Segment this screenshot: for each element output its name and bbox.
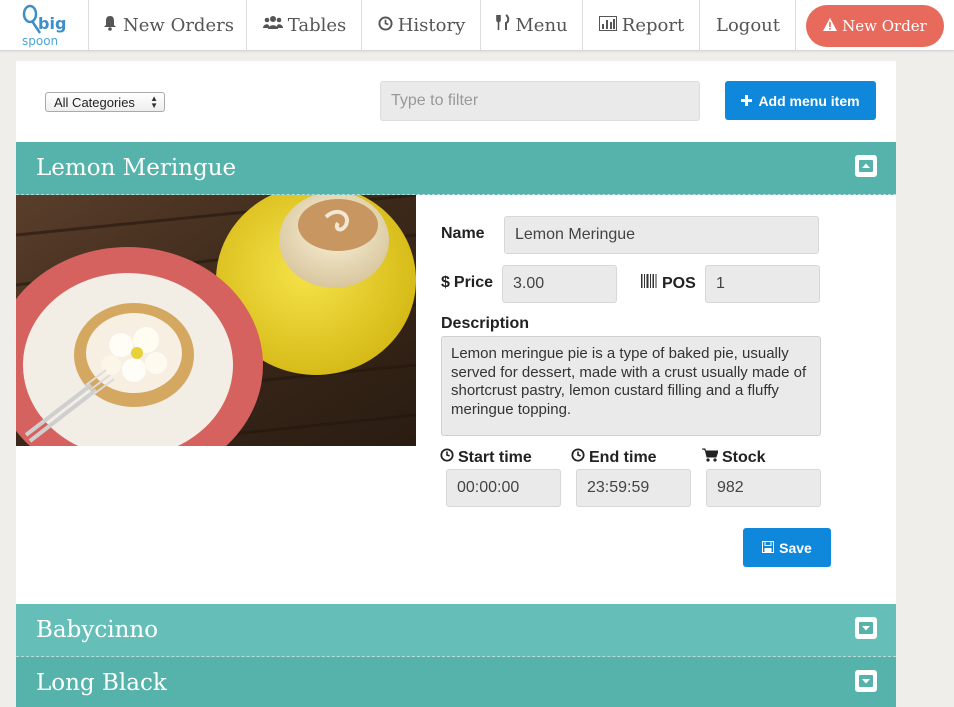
nav-history-label: History [397, 14, 466, 36]
new-order-label: New Order [842, 17, 927, 35]
save-button[interactable]: Save [743, 528, 831, 567]
stock-field[interactable]: 982 [706, 469, 821, 507]
description-label: Description [441, 315, 530, 332]
menu-item-title: Lemon Meringue [36, 155, 237, 181]
menu-item-detail: Name Lemon Meringue $ Price 3.00 POS 1 D… [16, 195, 896, 603]
nav-logout-label: Logout [716, 14, 780, 36]
nav-new-orders[interactable]: New Orders [90, 0, 247, 50]
select-arrows-icon: ▲ ▼ [150, 94, 158, 110]
nav-logout[interactable]: Logout [701, 0, 796, 50]
warning-icon [823, 17, 838, 35]
price-label-group: $ Price [441, 274, 493, 292]
nav-menu-label: Menu [515, 14, 568, 36]
end-time-value: 23:59:59 [587, 479, 650, 496]
start-time-value: 00:00:00 [457, 479, 520, 496]
name-field[interactable]: Lemon Meringue [504, 216, 819, 254]
logo-word-big: big [38, 14, 66, 33]
menu-item-photo [16, 195, 416, 446]
clock-icon [378, 15, 393, 36]
nav-report-label: Report [621, 14, 685, 36]
start-time-field[interactable]: 00:00:00 [446, 469, 561, 507]
end-time-label-group: End time [571, 448, 657, 467]
description-textarea[interactable]: Lemon meringue pie is a type of baked pi… [441, 336, 821, 436]
menu-toolbar: All Categories ▲ ▼ Type to filter Add men… [16, 61, 896, 142]
nav-tables-label: Tables [287, 14, 347, 36]
add-menu-item-button[interactable]: Add menu item [725, 81, 876, 120]
nav-report[interactable]: Report [584, 0, 700, 50]
category-select-value: All Categories [54, 94, 135, 110]
cutlery-icon [496, 14, 510, 36]
nav-new-orders-label: New Orders [123, 14, 234, 36]
barcode-icon [641, 274, 658, 293]
expand-icon[interactable] [855, 617, 877, 639]
price-label: Price [453, 274, 494, 291]
start-time-label: Start time [458, 448, 532, 466]
pos-field[interactable]: 1 [705, 265, 820, 303]
menu-item-title: Long Black [36, 670, 167, 696]
name-label: Name [441, 225, 485, 242]
new-order-button[interactable]: New Order [806, 5, 944, 47]
pos-label-group: POS [641, 274, 696, 293]
logo-word-spoon: spoon [22, 34, 58, 48]
name-field-value: Lemon Meringue [515, 226, 636, 243]
dollar-icon: $ [441, 274, 450, 291]
nav-menu[interactable]: Menu [482, 0, 583, 50]
stock-label: Stock [722, 448, 766, 466]
expand-icon[interactable] [855, 670, 877, 692]
bigspoon-logo[interactable]: big spoon [0, 0, 89, 50]
description-text: Lemon meringue pie is a type of baked pi… [451, 345, 807, 418]
nav-history[interactable]: History [363, 0, 481, 50]
menu-item-header-long-black[interactable]: Long Black [16, 657, 896, 707]
add-menu-item-label: Add menu item [758, 92, 860, 109]
users-icon [262, 15, 283, 36]
stock-value: 982 [717, 479, 744, 496]
pos-label: POS [662, 274, 696, 292]
collapse-icon[interactable] [855, 155, 877, 177]
end-time-field[interactable]: 23:59:59 [576, 469, 691, 507]
menu-item-header-babycinno[interactable]: Babycinno [16, 604, 896, 657]
menu-panel: All Categories ▲ ▼ Type to filter Add men… [16, 61, 896, 707]
price-field[interactable]: 3.00 [502, 265, 617, 303]
clock-icon [440, 448, 454, 467]
save-label: Save [779, 539, 812, 556]
category-select[interactable]: All Categories ▲ ▼ [45, 92, 165, 112]
menu-item-title: Babycinno [36, 617, 159, 643]
start-time-label-group: Start time [440, 448, 532, 467]
bell-icon [102, 15, 118, 36]
price-field-value: 3.00 [513, 275, 545, 292]
pos-field-value: 1 [716, 275, 725, 292]
clock-icon [571, 448, 585, 467]
top-navbar: big spoon New Orders Tables History Menu… [0, 0, 954, 51]
shopping-cart-icon [702, 448, 719, 467]
save-icon [762, 540, 775, 556]
filter-input[interactable]: Type to filter [380, 81, 700, 121]
bar-chart-icon [598, 15, 617, 36]
menu-item-header-lemon-meringue[interactable]: Lemon Meringue [16, 142, 896, 195]
plus-icon [741, 93, 753, 109]
nav-tables[interactable]: Tables [248, 0, 362, 50]
end-time-label: End time [589, 448, 657, 466]
stock-label-group: Stock [702, 448, 766, 467]
filter-placeholder: Type to filter [391, 92, 479, 109]
